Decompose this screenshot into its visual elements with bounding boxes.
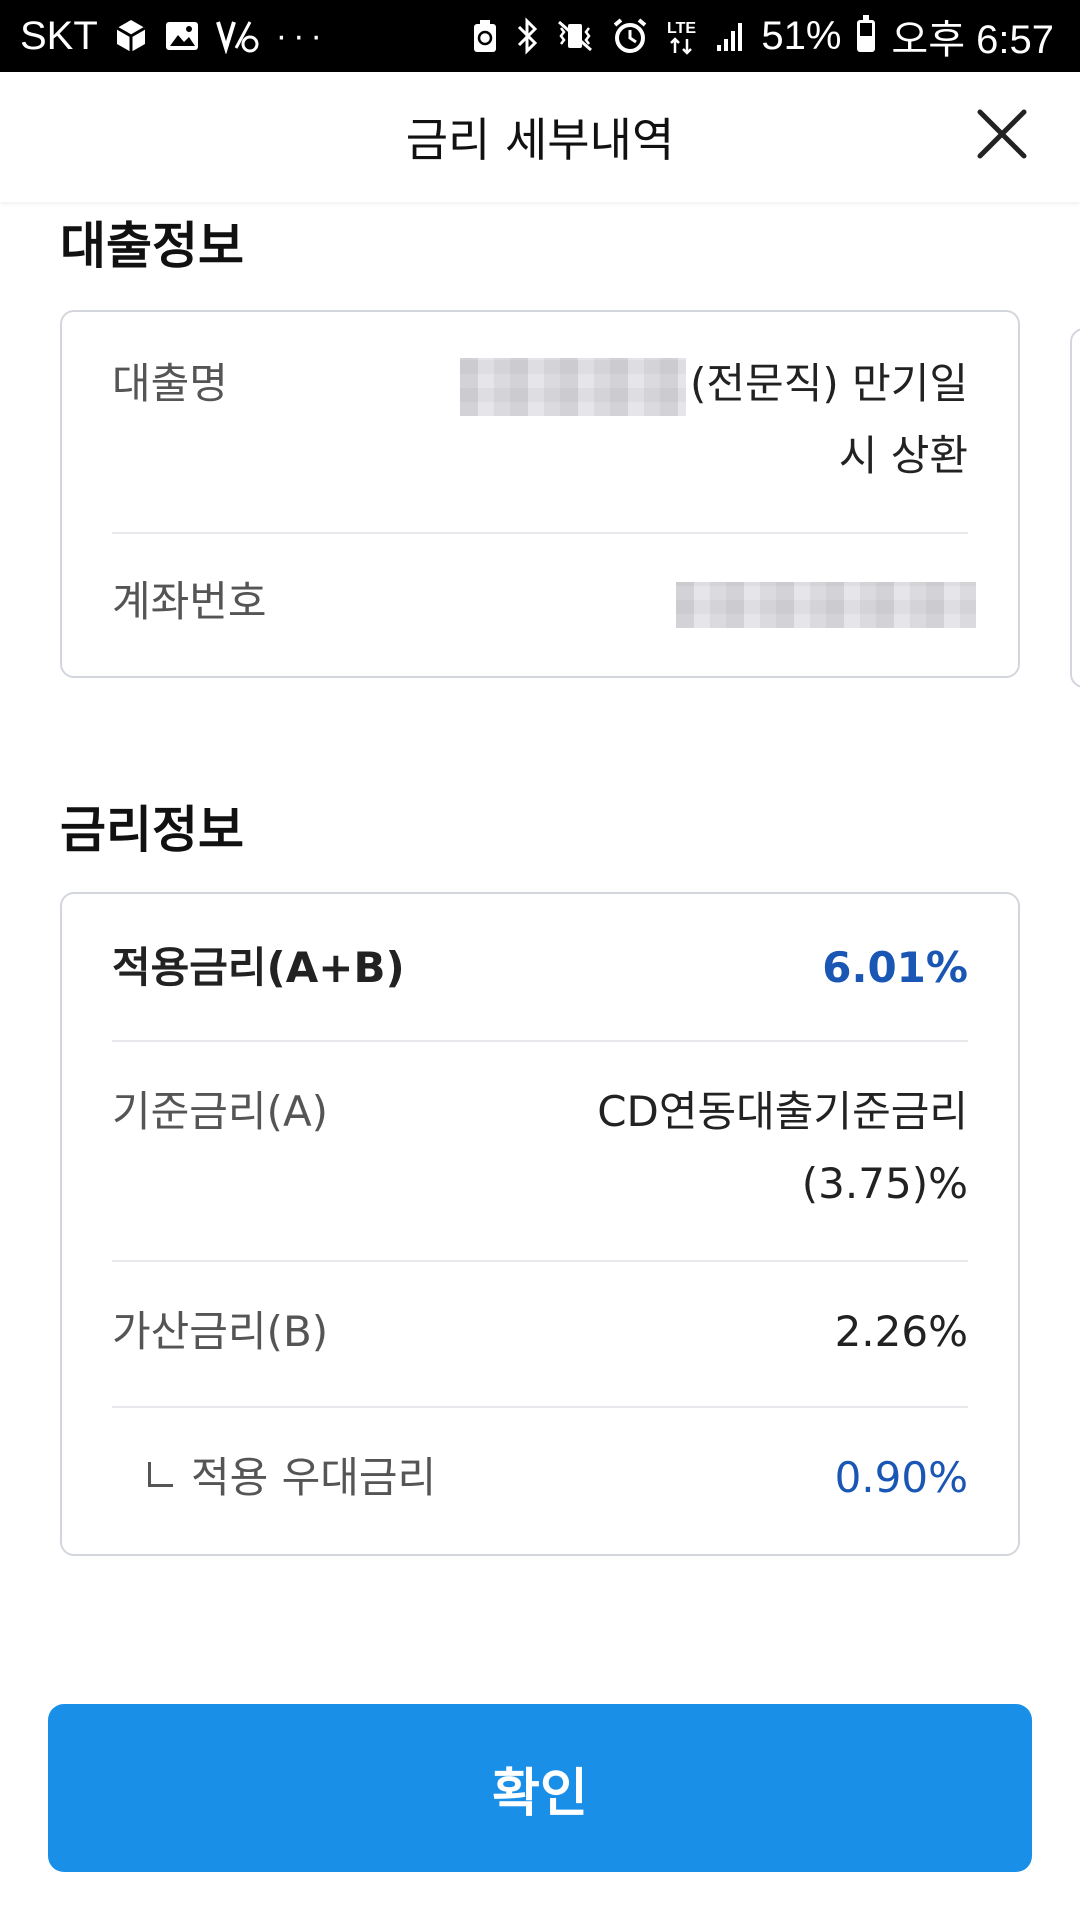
- cube-icon: [114, 16, 148, 56]
- account-number-value: [668, 566, 976, 638]
- loan-name-value: (전문직) 만기일 시 상환: [460, 348, 968, 492]
- page-title: 금리 세부내역: [405, 113, 675, 167]
- status-bar-right: LTE 51% 오후 6:57: [471, 7, 1054, 65]
- loan-name-value-line1: (전문직) 만기일: [690, 359, 968, 408]
- volte-icon: [215, 16, 260, 56]
- preferential-rate-label: 적용 우대금리: [191, 1453, 437, 1502]
- preferential-rate-row: 적용 우대금리 0.90%: [112, 1408, 968, 1552]
- modal-header: 금리 세부내역: [0, 72, 1080, 202]
- confirm-button[interactable]: 확인: [48, 1704, 1032, 1872]
- loan-name-label: 대출명: [112, 359, 228, 408]
- account-number-label: 계좌번호: [112, 577, 267, 626]
- status-bar: SKT ··· LTE 51% 오후 6:57: [0, 0, 1080, 72]
- side-card-peek: [1070, 328, 1080, 688]
- preferential-rate-label-wrap: 적용 우대금리: [112, 1442, 436, 1514]
- applied-rate-label: 적용금리(A+B): [112, 943, 405, 992]
- lte-icon: LTE: [665, 16, 699, 56]
- carrier-label: SKT: [20, 13, 98, 58]
- status-bar-left: SKT ···: [20, 14, 328, 59]
- clock: 오후 6:57: [891, 18, 1054, 62]
- base-rate-value-line1: CD연동대출기준금리: [597, 1087, 968, 1136]
- spread-rate-row: 가산금리(B) 2.26%: [112, 1262, 968, 1408]
- base-rate-value: CD연동대출기준금리 (3.75)%: [597, 1076, 968, 1220]
- base-rate-label: 기준금리(A): [112, 1087, 329, 1136]
- battery-percent: 51%: [761, 13, 842, 58]
- alarm-icon: [611, 16, 649, 56]
- sub-item-corner-icon: [148, 1462, 173, 1487]
- bluetooth-icon: [515, 16, 539, 56]
- loan-name-row: 대출명 (전문직) 만기일 시 상환: [112, 312, 968, 534]
- battery-icon: [857, 15, 876, 56]
- loan-info-card: 대출명 (전문직) 만기일 시 상환 계좌번호: [60, 310, 1020, 678]
- masked-account-number: [676, 581, 976, 628]
- applied-rate-row: 적용금리(A+B) 6.01%: [112, 894, 968, 1042]
- spread-rate-label: 가산금리(B): [112, 1307, 329, 1356]
- account-number-row: 계좌번호: [112, 534, 976, 676]
- base-rate-value-line2: (3.75)%: [801, 1159, 968, 1208]
- close-button[interactable]: [972, 104, 1032, 164]
- svg-text:LTE: LTE: [667, 20, 696, 37]
- more-notifications-icon: ···: [275, 16, 328, 55]
- rate-info-card: 적용금리(A+B) 6.01% 기준금리(A) CD연동대출기준금리 (3.75…: [60, 892, 1020, 1556]
- preferential-rate-value: 0.90%: [834, 1453, 968, 1502]
- rate-info-title: 금리정보: [60, 801, 244, 859]
- signal-icon: [715, 16, 745, 56]
- vibrate-mute-icon: [555, 16, 595, 56]
- recycle-icon: [471, 16, 499, 56]
- masked-loan-name: [460, 357, 687, 416]
- loan-name-value-line2: 시 상환: [838, 431, 968, 480]
- close-icon: [977, 109, 1027, 159]
- applied-rate-value: 6.01%: [822, 943, 968, 992]
- spread-rate-value: 2.26%: [834, 1307, 968, 1356]
- image-icon: [164, 16, 200, 56]
- loan-info-title: 대출정보: [60, 217, 244, 275]
- base-rate-row: 기준금리(A) CD연동대출기준금리 (3.75)%: [112, 1042, 968, 1262]
